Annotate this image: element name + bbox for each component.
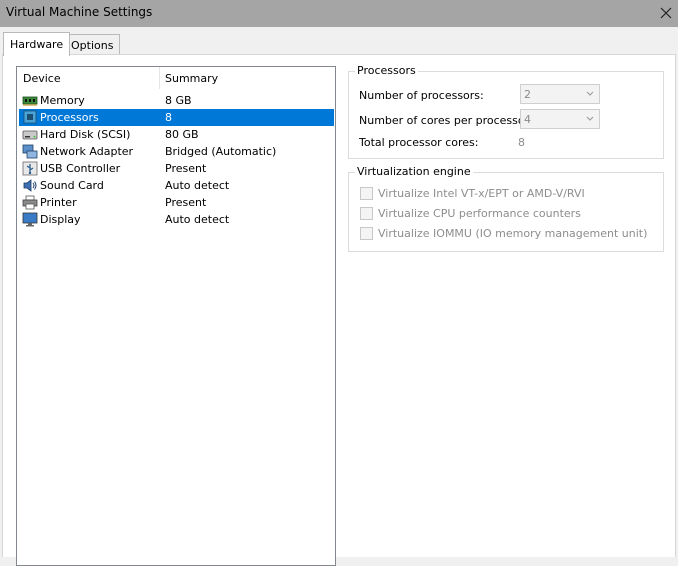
display-icon [22, 212, 38, 227]
tab-label: Hardware [10, 38, 64, 51]
device-name: Network Adapter [40, 145, 134, 158]
device-row-processors[interactable]: Processors 8 [19, 109, 334, 126]
cores-per-processor-label: Number of cores per processor: [359, 114, 533, 127]
total-cores-value: 8 [518, 136, 525, 149]
device-row-memory[interactable]: Memory 8 GB [19, 92, 334, 109]
window-title: Virtual Machine Settings [6, 5, 153, 19]
virtualization-engine-group: Virtualization engine Virtualize Intel V… [348, 165, 664, 252]
num-processors-label: Number of processors: [359, 89, 484, 102]
device-row-display[interactable]: Display Auto detect [19, 211, 334, 228]
virtualize-perf-counters-option[interactable]: Virtualize CPU performance counters [360, 205, 581, 221]
device-summary: Auto detect [165, 179, 230, 192]
printer-icon [22, 195, 38, 210]
virtualization-group-title: Virtualization engine [355, 165, 473, 178]
num-processors-value: 2 [524, 88, 531, 101]
device-name: Printer [40, 196, 77, 209]
checkbox-label: Virtualize CPU performance counters [378, 206, 581, 220]
virtualize-iommu-option[interactable]: Virtualize IOMMU (IO memory management u… [360, 225, 647, 241]
usb-icon [22, 161, 38, 176]
network-adapter-icon [22, 144, 38, 159]
device-list-header: Device Summary [17, 67, 335, 89]
device-row-sound-card[interactable]: Sound Card Auto detect [19, 177, 334, 194]
processors-group-title: Processors [355, 64, 418, 77]
chevron-down-icon [586, 116, 594, 121]
virtualize-perf-counters-checkbox[interactable] [360, 206, 373, 220]
device-list[interactable]: Device Summary Memory 8 GB Processors 8 [16, 66, 336, 566]
column-header-summary[interactable]: Summary [165, 72, 218, 85]
device-name: Hard Disk (SCSI) [40, 128, 131, 141]
column-separator[interactable] [159, 67, 160, 89]
device-summary: Present [165, 196, 207, 209]
checkbox-label: Virtualize Intel VT-x/EPT or AMD-V/RVI [378, 186, 585, 200]
cores-per-processor-select[interactable]: 4 [520, 109, 600, 129]
column-header-device[interactable]: Device [23, 72, 61, 85]
hardware-tab-panel: Device Summary Memory 8 GB Processors 8 [2, 54, 676, 566]
hard-disk-icon [22, 130, 38, 140]
tab-strip: Hardware Options [0, 27, 678, 56]
device-summary: 8 GB [165, 94, 192, 107]
sound-card-icon [23, 179, 37, 192]
device-summary: Bridged (Automatic) [165, 145, 277, 158]
tab-hardware[interactable]: Hardware [3, 32, 71, 56]
device-name: Memory [40, 94, 85, 107]
device-name: Sound Card [40, 179, 104, 192]
total-cores-label: Total processor cores: [359, 136, 479, 149]
device-row-usb-controller[interactable]: USB Controller Present [19, 160, 334, 177]
virtualize-vtx-checkbox[interactable] [360, 186, 373, 200]
device-summary: Present [165, 162, 207, 175]
memory-icon [22, 96, 38, 106]
device-row-printer[interactable]: Printer Present [19, 194, 334, 211]
virtualize-vtx-option[interactable]: Virtualize Intel VT-x/EPT or AMD-V/RVI [360, 185, 585, 201]
checkbox-label: Virtualize IOMMU (IO memory management u… [378, 226, 648, 240]
device-name: USB Controller [40, 162, 121, 175]
tab-options[interactable]: Options [64, 34, 121, 55]
close-icon [660, 7, 672, 19]
virtualize-iommu-checkbox[interactable] [360, 226, 373, 240]
device-row-network-adapter[interactable]: Network Adapter Bridged (Automatic) [19, 143, 334, 160]
tab-label: Options [71, 38, 114, 52]
device-name: Processors [40, 111, 99, 124]
device-summary: Auto detect [165, 213, 230, 226]
device-row-hard-disk[interactable]: Hard Disk (SCSI) 80 GB [19, 126, 334, 143]
device-name: Display [40, 213, 81, 226]
num-processors-select[interactable]: 2 [520, 84, 600, 104]
device-summary: 80 GB [165, 128, 199, 141]
processors-group: Processors Number of processors: 2 Numbe… [348, 64, 664, 159]
chevron-down-icon [586, 91, 594, 96]
title-bar: Virtual Machine Settings [0, 0, 678, 27]
close-button[interactable] [655, 2, 677, 24]
device-summary: 8 [165, 111, 172, 124]
cores-per-processor-value: 4 [524, 113, 531, 126]
processor-icon [23, 110, 37, 124]
